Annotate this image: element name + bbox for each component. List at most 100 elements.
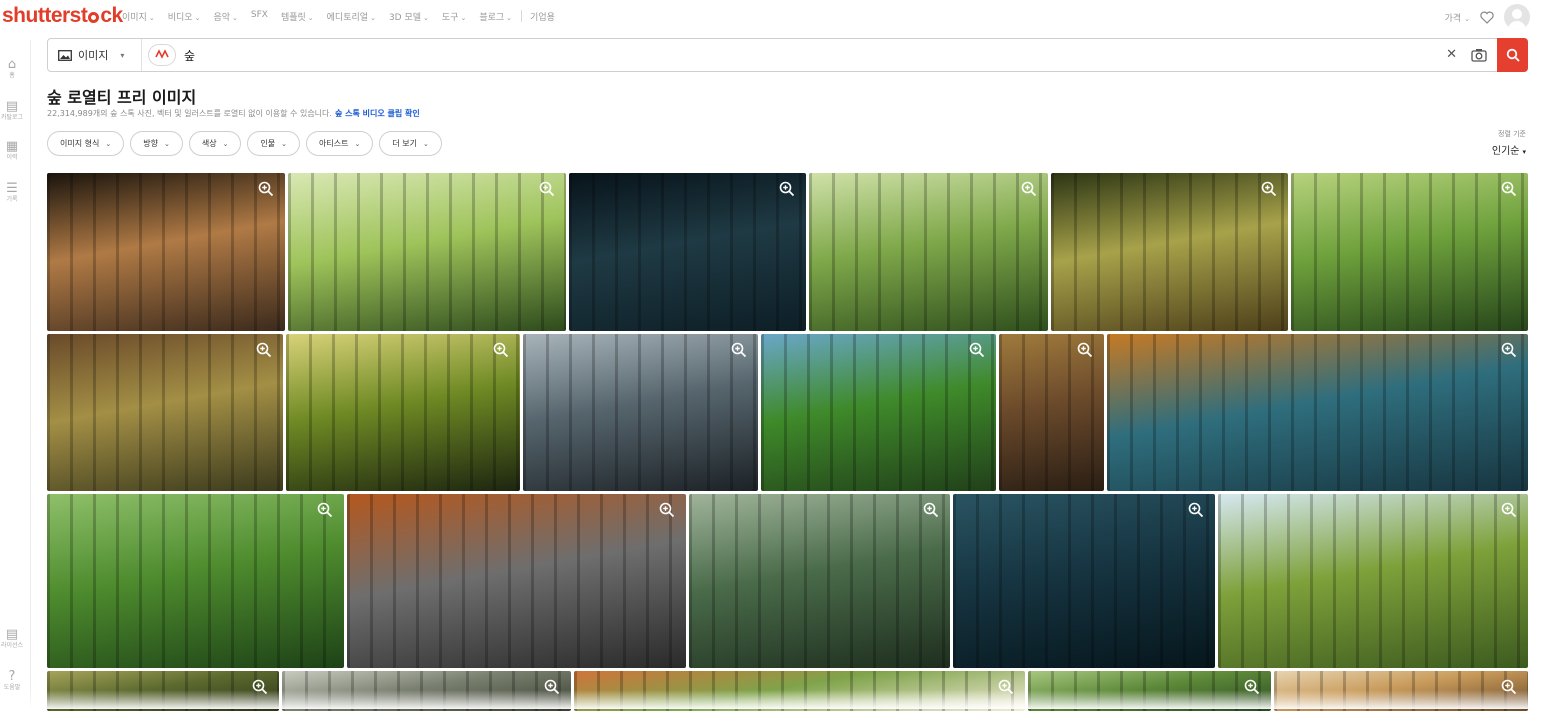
image-icon	[58, 49, 72, 61]
zoom-in-icon[interactable]	[1500, 341, 1518, 359]
sidebar-item[interactable]: ▤ 라이선스	[0, 628, 24, 650]
nav-item[interactable]: 템플릿 ⌄	[281, 10, 314, 23]
stock-video-link[interactable]: 숲 스톡 비디오 클립 확인	[335, 109, 420, 118]
nav-item[interactable]: SFX	[251, 10, 268, 23]
image-result-5[interactable]	[1051, 173, 1288, 331]
filter-pill[interactable]: 인물 ⌄	[247, 131, 301, 156]
image-result-8[interactable]	[286, 334, 520, 491]
zoom-in-icon[interactable]	[778, 180, 796, 198]
sort-value[interactable]: 인기순 ▾	[1492, 142, 1526, 157]
zoom-in-icon[interactable]	[1500, 678, 1518, 696]
camera-icon[interactable]	[1471, 48, 1487, 62]
image-result-20[interactable]	[574, 671, 1025, 711]
shutterstock-logo[interactable]: shutterst ck	[2, 4, 123, 28]
zoom-in-icon[interactable]	[543, 678, 561, 696]
nav-item[interactable]: 비디오 ⌄	[168, 10, 201, 23]
zoom-in-icon[interactable]	[316, 501, 334, 519]
zoom-in-icon[interactable]	[658, 501, 676, 519]
image-result-9[interactable]	[523, 334, 758, 491]
image-result-4[interactable]	[809, 173, 1048, 331]
sidebar-item-label: 카탈로그	[0, 114, 24, 121]
chevron-down-icon: ⌄	[423, 139, 429, 148]
chevron-down-icon: ▾	[120, 50, 125, 60]
nav-item[interactable]: 블로그 ⌄	[479, 10, 512, 23]
nav-item[interactable]: 도구 ⌄	[442, 10, 466, 23]
sidebar-item-label: 홈	[9, 72, 15, 79]
nav-right: 가격 ⌄	[1445, 4, 1530, 30]
chevron-down-icon: ⌄	[222, 139, 229, 148]
zoom-in-icon[interactable]	[1187, 501, 1205, 519]
zoom-in-icon[interactable]	[1500, 501, 1518, 519]
search-button[interactable]	[1497, 38, 1528, 72]
zoom-in-icon[interactable]	[968, 341, 986, 359]
zoom-in-icon[interactable]	[255, 341, 273, 359]
heart-icon[interactable]	[1480, 11, 1494, 24]
search-type-label: 이미지	[78, 49, 109, 62]
zoom-in-icon[interactable]	[1243, 678, 1261, 696]
filter-pill[interactable]: 더 보기 ⌄	[379, 131, 442, 156]
filter-pill[interactable]: 아티스트 ⌄	[306, 131, 374, 156]
collection-icon: ▦	[5, 139, 19, 154]
filter-pill[interactable]: 방향 ⌄	[130, 131, 183, 156]
nav-item[interactable]: 기업용	[530, 10, 555, 23]
filter-pill[interactable]: 이미지 형식 ⌄	[47, 131, 125, 156]
chevron-down-icon: ▾	[1522, 148, 1526, 156]
nav-item[interactable]: 음악 ⌄	[213, 10, 237, 23]
chevron-down-icon: ⌄	[148, 14, 155, 22]
ai-search-toggle[interactable]	[148, 44, 176, 66]
zoom-in-icon[interactable]	[922, 501, 940, 519]
image-result-1[interactable]	[47, 173, 285, 331]
image-result-10[interactable]	[761, 334, 996, 491]
chevron-down-icon: ⌄	[163, 139, 170, 148]
chevron-down-icon: ⌄	[1464, 14, 1470, 23]
zoom-in-icon[interactable]	[251, 678, 269, 696]
zoom-in-icon[interactable]	[1076, 341, 1094, 359]
sidebar-item[interactable]: ▤ 카탈로그	[0, 100, 24, 122]
sidebar-item[interactable]: ? 도움말	[0, 670, 24, 692]
image-result-7[interactable]	[47, 334, 283, 491]
sidebar-item[interactable]: ☰ 기록	[0, 182, 24, 204]
image-result-19[interactable]	[282, 671, 571, 711]
sidebar-item[interactable]: ▦ 이력	[0, 140, 24, 162]
zoom-in-icon[interactable]	[1260, 180, 1278, 198]
image-result-22[interactable]	[1274, 671, 1528, 711]
sidebar-item-label: 기록	[6, 196, 18, 203]
zoom-in-icon[interactable]	[730, 341, 748, 359]
chevron-down-icon: ⌄	[506, 14, 513, 22]
image-result-15[interactable]	[689, 494, 950, 668]
image-result-14[interactable]	[347, 494, 686, 668]
image-result-18[interactable]	[47, 671, 279, 711]
pricing-link[interactable]: 가격 ⌄	[1445, 11, 1470, 24]
image-result-17[interactable]	[1218, 494, 1528, 668]
sort-control[interactable]: 정렬 기준 인기순 ▾	[1492, 129, 1526, 157]
user-avatar-icon[interactable]	[1504, 4, 1530, 30]
image-result-16[interactable]	[953, 494, 1215, 668]
zoom-in-icon[interactable]	[1500, 180, 1518, 198]
image-result-6[interactable]	[1291, 173, 1528, 331]
zoom-in-icon[interactable]	[257, 180, 275, 198]
image-result-21[interactable]	[1028, 671, 1271, 711]
image-result-12[interactable]	[1107, 334, 1528, 491]
zoom-in-icon[interactable]	[997, 678, 1015, 696]
zoom-in-icon[interactable]	[492, 341, 510, 359]
search-type-dropdown[interactable]: 이미지 ▾	[48, 39, 142, 71]
close-icon[interactable]: ✕	[1446, 47, 1457, 63]
sort-label: 정렬 기준	[1498, 130, 1526, 138]
nav-item[interactable]: 이미지 ⌄	[122, 10, 155, 23]
image-result-2[interactable]	[288, 173, 566, 331]
top-navigation: shutterst ck 이미지 ⌄ 비디오 ⌄ 음악 ⌄ SFX 템플릿 ⌄ 에디토리얼 ⌄ 3D 모…	[0, 0, 1560, 34]
nav-item[interactable]: 에디토리얼 ⌄	[327, 10, 376, 23]
sidebar-item[interactable]: ⌂ 홈	[0, 58, 24, 80]
image-result-11[interactable]	[999, 334, 1104, 491]
filter-pill[interactable]: 색상 ⌄	[188, 131, 242, 156]
license-icon: ▤	[5, 627, 19, 642]
zoom-in-icon[interactable]	[538, 180, 556, 198]
image-result-3[interactable]	[569, 173, 806, 331]
nav-links: 이미지 ⌄ 비디오 ⌄ 음악 ⌄ SFX 템플릿 ⌄ 에디토리얼 ⌄ 3D 모델 ⌄ 도구 ⌄ 블로그 ⌄ 기업용	[122, 10, 568, 23]
zoom-in-icon[interactable]	[1020, 180, 1038, 198]
search-bar: 이미지 ▾ ✕	[47, 38, 1528, 72]
image-result-13[interactable]	[47, 494, 344, 668]
catalog-icon: ▤	[5, 99, 19, 114]
search-input[interactable]	[184, 46, 1384, 64]
nav-item[interactable]: 3D 모델 ⌄	[389, 10, 429, 23]
